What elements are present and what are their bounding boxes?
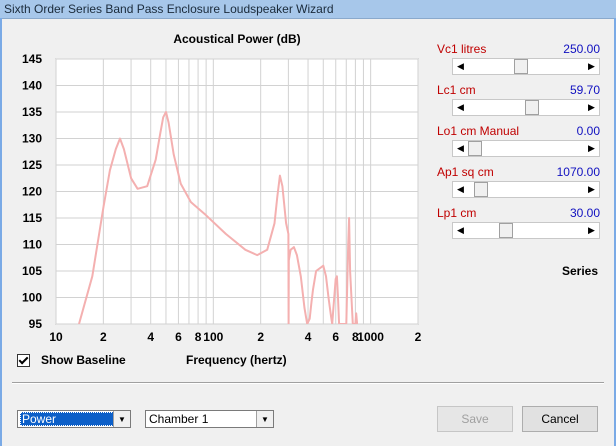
y-tick-label: 120 — [22, 185, 42, 199]
param-scrollbar[interactable]: ◀ ▶ — [452, 222, 600, 239]
mode-select[interactable]: Power ▼ — [17, 410, 131, 428]
param-scrollbar[interactable]: ◀ ▶ — [452, 58, 600, 75]
window-title: Sixth Order Series Band Pass Enclosure L… — [4, 2, 334, 16]
save-button[interactable]: Save — [437, 406, 513, 432]
y-tick-label: 105 — [22, 264, 42, 278]
chamber-select-value: Chamber 1 — [149, 412, 209, 426]
param-name: Ap1 sq cm — [437, 165, 494, 179]
y-tick-label: 125 — [22, 158, 42, 172]
scrollbar-thumb[interactable] — [474, 182, 488, 197]
x-tick-label: 2 — [257, 330, 264, 344]
x-tick-label: 4 — [305, 330, 312, 344]
y-tick-label: 110 — [23, 238, 43, 252]
scroll-right-icon[interactable]: ▶ — [584, 100, 599, 115]
param-scrollbar[interactable]: ◀ ▶ — [452, 99, 600, 116]
y-tick-label: 145 — [22, 52, 42, 66]
param-name: Lo1 cm Manual — [437, 124, 520, 138]
param-value: 250.00 — [563, 42, 600, 56]
chevron-down-icon[interactable]: ▼ — [113, 411, 130, 427]
scroll-right-icon[interactable]: ▶ — [584, 141, 599, 156]
scroll-left-icon[interactable]: ◀ — [453, 223, 468, 238]
x-tick-label: 1000 — [357, 330, 384, 344]
scrollbar-thumb[interactable] — [499, 223, 513, 238]
acoustical-power-chart: 9510010511011512012513013514014510 2 4 6 8 10… — [22, 52, 422, 344]
x-tick-label: 6 — [332, 330, 339, 344]
param-name: Vc1 litres — [437, 42, 487, 56]
scrollbar-thumb[interactable] — [525, 100, 539, 115]
param-value: 0.00 — [576, 124, 600, 138]
y-tick-label: 115 — [23, 211, 43, 225]
x-tick-label: 2 — [415, 330, 422, 344]
y-tick-label: 100 — [22, 291, 42, 305]
scrollbar-thumb[interactable] — [514, 59, 528, 74]
scrollbar-thumb[interactable] — [468, 141, 482, 156]
param-name: Lc1 cm — [437, 83, 476, 97]
title-bar: Sixth Order Series Band Pass Enclosure L… — [0, 0, 616, 19]
chart-title: Acoustical Power (dB) — [173, 32, 301, 46]
y-tick-label: 140 — [22, 79, 42, 93]
param-value: 59.70 — [569, 83, 600, 97]
y-tick-label: 95 — [29, 317, 43, 331]
scroll-left-icon[interactable]: ◀ — [453, 182, 468, 197]
x-tick-label: 4 — [147, 330, 154, 344]
series-label: Series — [562, 264, 599, 278]
scroll-left-icon[interactable]: ◀ — [453, 141, 468, 156]
y-tick-label: 135 — [22, 105, 42, 119]
scroll-right-icon[interactable]: ▶ — [584, 223, 599, 238]
x-tick-label: 10 — [49, 330, 63, 344]
param-value: 30.00 — [569, 206, 600, 220]
x-tick-label: 100 — [203, 330, 223, 344]
show-baseline-checkbox[interactable] — [17, 354, 30, 367]
scroll-left-icon[interactable]: ◀ — [453, 59, 468, 74]
mode-select-value: Power — [20, 412, 116, 426]
param-name: Lp1 cm — [437, 206, 477, 220]
chamber-select[interactable]: Chamber 1 ▼ — [145, 410, 274, 428]
scroll-right-icon[interactable]: ▶ — [584, 182, 599, 197]
cancel-button[interactable]: Cancel — [522, 406, 598, 432]
show-baseline-label: Show Baseline — [41, 353, 126, 367]
x-axis-label: Frequency (hertz) — [186, 353, 287, 367]
x-tick-label: 6 — [175, 330, 182, 344]
separator-line — [12, 382, 604, 384]
param-scrollbar[interactable]: ◀ ▶ — [452, 140, 600, 157]
x-tick-label: 2 — [100, 330, 107, 344]
scroll-right-icon[interactable]: ▶ — [584, 59, 599, 74]
chevron-down-icon[interactable]: ▼ — [256, 411, 273, 427]
param-scrollbar[interactable]: ◀ ▶ — [452, 181, 600, 198]
scroll-left-icon[interactable]: ◀ — [453, 100, 468, 115]
x-tick-label: 8 — [195, 330, 202, 344]
y-tick-label: 130 — [22, 132, 42, 146]
param-value: 1070.00 — [556, 165, 600, 179]
